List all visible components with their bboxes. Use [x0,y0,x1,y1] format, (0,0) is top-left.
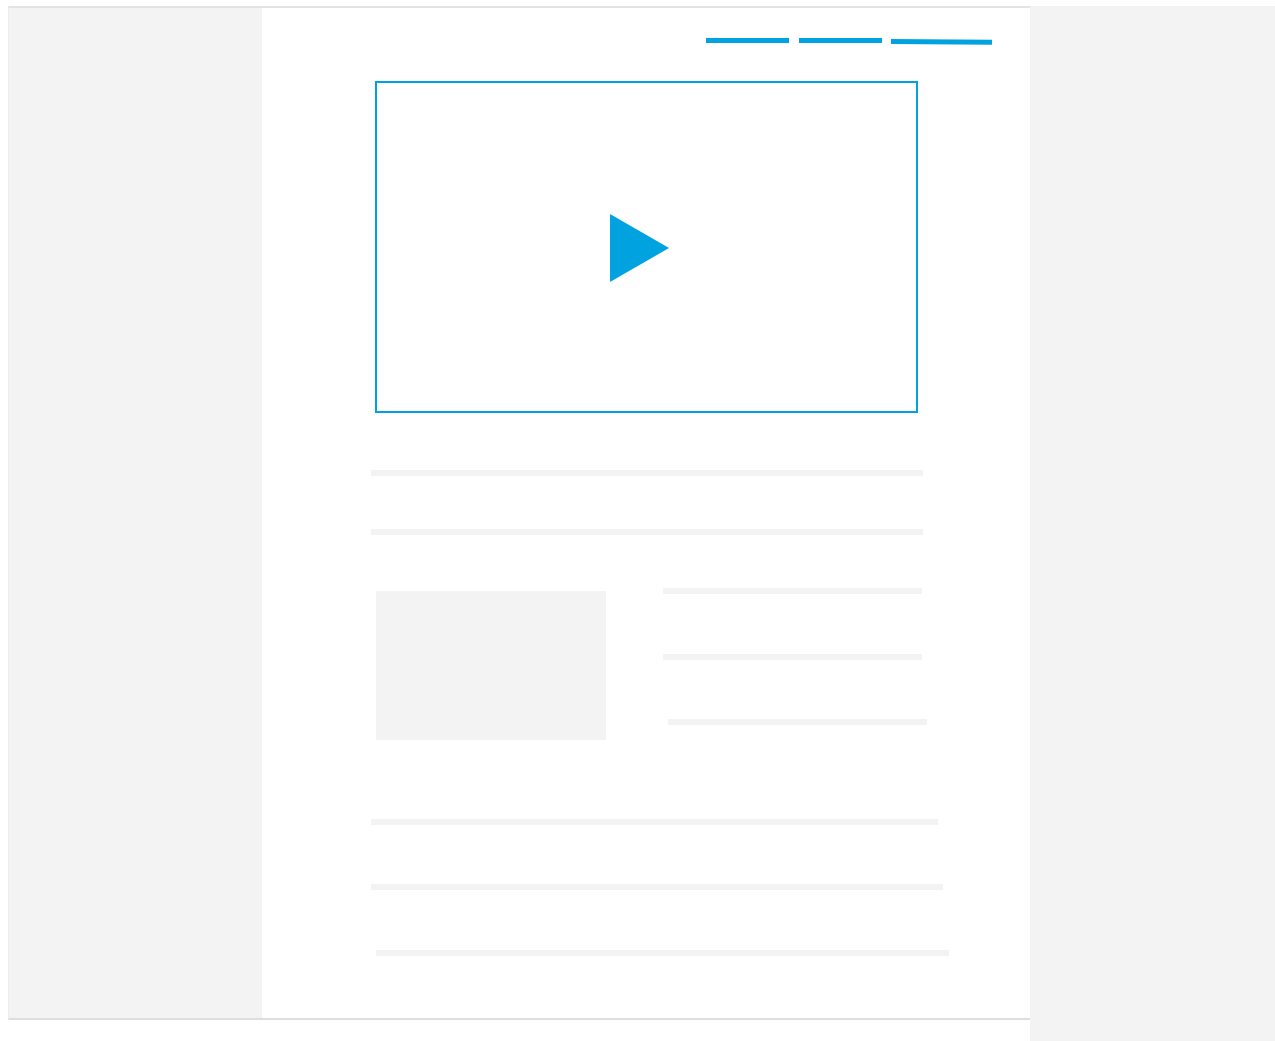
text-line-8 [376,950,949,956]
video-player[interactable] [375,81,918,413]
wireframe-page [0,0,1275,1041]
nav-link-2[interactable] [799,38,882,43]
text-line-5 [668,719,927,725]
text-line-1 [371,470,923,476]
text-line-6 [371,819,938,825]
play-icon[interactable] [610,214,669,282]
text-line-7 [371,884,943,890]
text-line-4 [663,654,922,660]
text-line-2 [371,529,923,535]
nav-link-1[interactable] [706,38,789,43]
text-line-3 [663,588,922,594]
image-placeholder [376,591,606,740]
nav-link-3[interactable] [890,39,993,45]
right-sidebar [1030,6,1275,1041]
